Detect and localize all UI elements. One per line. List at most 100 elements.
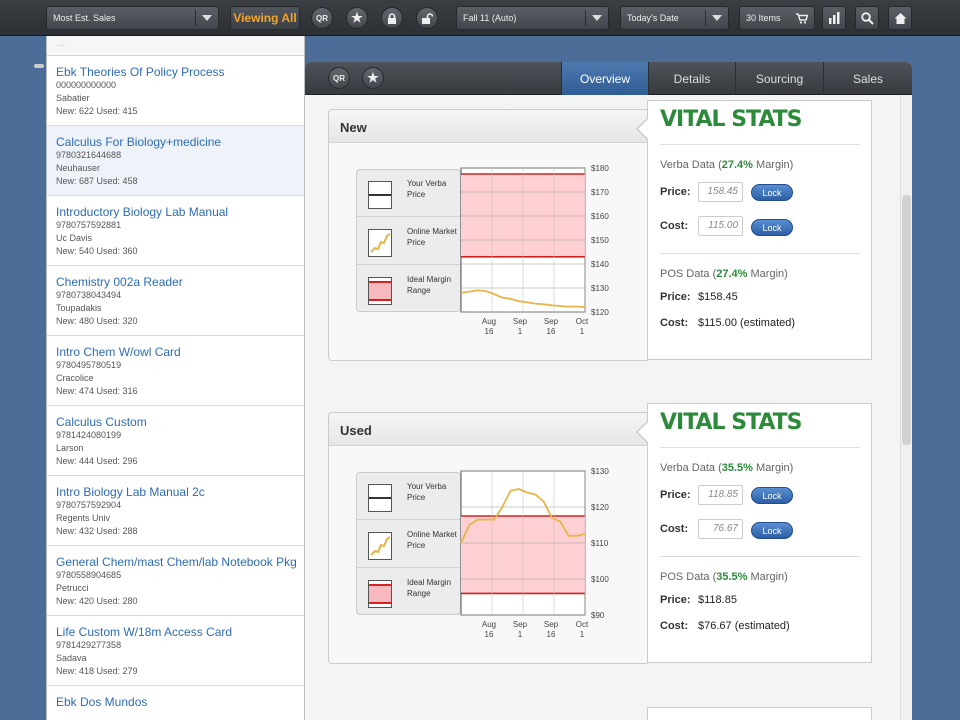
list-item[interactable]: Life Custom W/18m Access Card 97814292773… [47, 616, 304, 686]
lock-price-button[interactable]: Lock [751, 487, 793, 504]
list-item[interactable]: Intro Biology Lab Manual 2c 9780757592904… [47, 476, 304, 546]
scrollbar-thumb[interactable] [902, 195, 911, 445]
tab-sales[interactable]: Sales [823, 62, 912, 95]
title-list: ... Ebk Theories Of Policy Process 000000… [46, 36, 305, 720]
term-dropdown[interactable]: Fall 11 (Auto) [456, 6, 609, 30]
tab-sourcing[interactable]: Sourcing [735, 62, 823, 95]
pos-cost-label: Cost: [660, 317, 689, 329]
top-toolbar: Most Est. Sales Viewing All QR ★ Fall 11… [0, 0, 960, 36]
date-dropdown-label: Today's Date [627, 13, 679, 23]
list-item[interactable]: Ebk Dos Mundos [47, 686, 304, 720]
viewing-all-label: Viewing All [233, 11, 297, 25]
legend-ideal-range-swatch [368, 277, 392, 305]
lock-price-button[interactable]: Lock [751, 184, 793, 201]
x-tick-label: Sep 1 [513, 620, 528, 639]
y-tick-label: $130 [591, 284, 609, 293]
search-button[interactable] [855, 6, 879, 30]
list-item-isbn: 000000000000 [56, 80, 117, 90]
list-item[interactable]: Introductory Biology Lab Manual 978075759… [47, 196, 304, 266]
price-card-new: New Your Verba Price Online Market Price Id… [328, 109, 650, 361]
x-tick-label: Oct 1 [576, 317, 589, 336]
cost-label: Cost: [660, 523, 689, 535]
chart-legend: Your Verba Price Online Market Price Ideal… [356, 169, 461, 312]
list-item-title: Calculus Custom [56, 415, 147, 429]
price-input[interactable]: 158.45 [698, 182, 743, 202]
list-item[interactable]: General Chem/mast Chem/lab Notebook Pkg 9… [47, 546, 304, 616]
cart-button[interactable]: 30 Items [739, 6, 815, 30]
list-item-author: Regents Univ [56, 513, 111, 523]
lock-cost-button[interactable]: Lock [751, 522, 793, 539]
list-item-counts: New: 420 Used: 280 [56, 596, 138, 606]
star-button[interactable]: ★ [346, 7, 368, 29]
content-scrollbar[interactable] [900, 95, 912, 720]
pos-price-value: $158.45 [698, 291, 738, 303]
x-tick-label: Sep 16 [544, 317, 559, 336]
list-item-title: Ebk Theories Of Policy Process [56, 65, 225, 79]
list-item[interactable]: Intro Chem W/owl Card 9780495780519 Cracol… [47, 336, 304, 406]
price-input[interactable]: 118.85 [698, 485, 743, 505]
divider [660, 253, 860, 254]
list-item-title: Calculus For Biology+medicine [56, 135, 222, 149]
pos-margin: 35.5% [716, 571, 748, 583]
cost-input[interactable]: 115.00 [698, 216, 743, 236]
lock-button[interactable] [381, 7, 403, 29]
y-tick-label: $130 [591, 467, 609, 476]
lock-cost-button[interactable]: Lock [751, 219, 793, 236]
tab-overview[interactable]: Overview [561, 62, 648, 95]
list-item-partial-text: ... [57, 38, 66, 49]
list-scroll-handle[interactable] [34, 64, 44, 68]
sort-dropdown[interactable]: Most Est. Sales [46, 6, 219, 30]
legend-ideal-range-label: Ideal Margin Range [407, 578, 452, 598]
y-tick-label: $110 [591, 539, 609, 548]
date-dropdown[interactable]: Today's Date [620, 6, 729, 30]
pos-price-label: Price: [660, 594, 691, 606]
next-stats-panel [647, 707, 872, 720]
panel-star-button[interactable]: ★ [362, 67, 384, 89]
divider [660, 144, 860, 145]
list-item-partial[interactable]: ... [47, 36, 304, 56]
legend-your-price-label: Your Verba Price [407, 482, 447, 502]
star-icon: ★ [367, 70, 379, 85]
home-button[interactable] [888, 6, 912, 30]
pos-price-value: $118.85 [698, 594, 737, 606]
y-tick-label: $120 [591, 503, 609, 512]
pos-data-label: POS Data (27.4% Margin) [660, 268, 788, 280]
list-item-counts: New: 432 Used: 288 [56, 526, 138, 536]
items-count: 30 Items [746, 13, 781, 23]
term-dropdown-label: Fall 11 (Auto) [463, 13, 517, 23]
list-item-author: Petrucci [56, 583, 89, 593]
search-icon [860, 11, 874, 25]
home-icon [894, 12, 906, 24]
list-item[interactable]: Ebk Theories Of Policy Process 0000000000… [47, 56, 304, 126]
verba-margin: 27.4% [721, 159, 753, 171]
vital-stats-panel: VITAL STATS Verba Data (27.4% Margin) Pric… [636, 100, 872, 360]
panel-qr-button[interactable]: QR [328, 67, 350, 89]
unlock-button[interactable] [416, 7, 438, 29]
viewing-all-button[interactable]: Viewing All [230, 6, 300, 30]
verba-margin: 35.5% [721, 462, 753, 474]
price-card-used: Used Your Verba Price Online Market Price I… [328, 412, 650, 664]
list-item[interactable]: Calculus Custom 9781424080199 Larson New: 4… [47, 406, 304, 476]
verba-data-suffix: Margin) [752, 462, 794, 474]
vital-stats-heading: VITAL STATS [660, 107, 803, 132]
legend-your-price-swatch [368, 484, 392, 512]
chart-button[interactable] [822, 6, 846, 30]
y-tick-label: $120 [591, 308, 609, 317]
tab-details[interactable]: Details [648, 62, 735, 95]
verba-data-label: Verba Data (27.4% Margin) [660, 159, 793, 171]
legend-online-price-label: Online Market Price [407, 530, 457, 550]
qr-button[interactable]: QR [311, 7, 333, 29]
overview-content: New Your Verba Price Online Market Price Id… [305, 95, 912, 720]
y-tick-label: $100 [591, 575, 609, 584]
list-item[interactable]: Calculus For Biology+medicine 97803216446… [47, 126, 304, 196]
card-title: New [329, 110, 649, 143]
list-item-author: Neuhauser [56, 163, 101, 173]
y-tick-label: $170 [591, 188, 609, 197]
panel-qr-label: QR [333, 73, 345, 83]
cost-input[interactable]: 76.67 [698, 519, 743, 539]
pos-cost-label: Cost: [660, 620, 689, 632]
list-item-isbn: 9780558904685 [56, 570, 122, 580]
verba-data-label: Verba Data (35.5% Margin) [660, 462, 793, 474]
list-item-title: General Chem/mast Chem/lab Notebook Pkg [56, 555, 297, 569]
list-item[interactable]: Chemistry 002a Reader 9780738043494 Toupad… [47, 266, 304, 336]
